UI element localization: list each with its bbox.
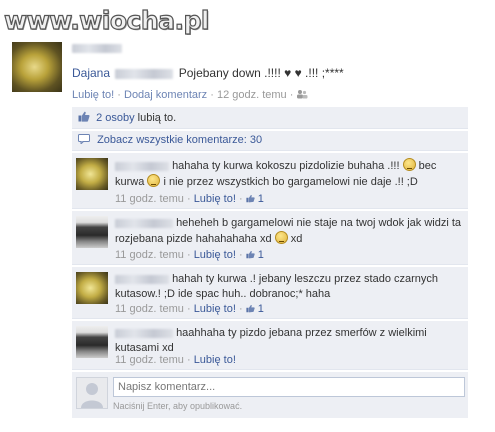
thumbs-up-icon xyxy=(246,304,255,313)
comment-body: heheheh b gargamelowi nie staje na twoj … xyxy=(115,217,462,245)
comment-item: heheheh b gargamelowi nie staje na twoj … xyxy=(72,211,468,265)
post-author-avatar[interactable] xyxy=(12,42,62,92)
blurred-name xyxy=(72,44,122,53)
commenter-avatar[interactable] xyxy=(76,216,108,248)
comment-like-link[interactable]: Lubię to! xyxy=(194,303,236,315)
current-user-avatar xyxy=(76,377,108,409)
likes-summary: 2 osoby lubią to. xyxy=(72,107,468,129)
post-actions: Lubię to! · Dodaj komentarz · 12 godz. t… xyxy=(72,89,308,101)
comment-body: hahaha ty kurwa kokoszu pizdolizie buhah… xyxy=(115,158,437,188)
comment-body: hahah ty kurwa .! jebany leszczu przez s… xyxy=(115,273,439,300)
comment-item: hahah ty kurwa .! jebany leszczu przez s… xyxy=(72,267,468,319)
view-all-comments[interactable]: Zobacz wszystkie komentarze: 30 xyxy=(72,131,468,151)
blurred-name xyxy=(115,274,169,284)
comment-input[interactable]: Napisz komentarz... xyxy=(113,377,465,397)
commenter-avatar[interactable] xyxy=(76,272,108,304)
post-author-name[interactable]: Dajana xyxy=(72,66,110,80)
comment-meta: 11 godz. temu · Lubię to! · 1 xyxy=(115,303,264,315)
comment-meta: 11 godz. temu · Lubię to! · 1 xyxy=(115,249,264,261)
thumbs-up-icon xyxy=(246,194,255,203)
comment-item: hahaha ty kurwa kokoszu pizdolizie buhah… xyxy=(72,153,468,209)
comment-timestamp[interactable]: 11 godz. temu xyxy=(115,249,184,261)
site-watermark: www.wiocha.pl xyxy=(3,5,210,35)
post-timestamp[interactable]: 12 godz. temu xyxy=(217,89,287,101)
smiley-icon xyxy=(402,158,416,171)
post-message: Pojebany down .!!!! ♥ ♥ .!!! ;**** xyxy=(178,66,344,80)
comment-item: haahhaha ty pizdo jebana przez smerfów z… xyxy=(72,321,468,370)
blurred-name xyxy=(115,161,169,171)
post-text: Dajana Pojebany down .!!!! ♥ ♥ .!!! ;***… xyxy=(72,66,344,80)
comment-like-count[interactable]: 1 xyxy=(258,193,264,205)
like-link[interactable]: Lubię to! xyxy=(72,89,114,101)
comment-like-link[interactable]: Lubię to! xyxy=(194,354,236,366)
comment-timestamp[interactable]: 11 godz. temu xyxy=(115,193,184,205)
comment-like-link[interactable]: Lubię to! xyxy=(194,249,236,261)
likers-link[interactable]: 2 osoby xyxy=(96,112,135,124)
commenter-avatar[interactable] xyxy=(76,326,108,358)
smiley-icon xyxy=(274,231,288,244)
blurred-name xyxy=(115,218,173,228)
comment-meta: 11 godz. temu · Lubię to! xyxy=(115,354,236,366)
thumbs-up-icon xyxy=(78,111,90,122)
comment-body: haahhaha ty pizdo jebana przez smerfów z… xyxy=(115,327,427,354)
comment-like-count[interactable]: 1 xyxy=(258,249,264,261)
default-avatar-icon xyxy=(81,383,103,408)
thumbs-up-icon xyxy=(246,250,255,259)
commenter-avatar[interactable] xyxy=(76,158,108,190)
friends-icon xyxy=(297,90,308,99)
comment-like-link[interactable]: Lubię to! xyxy=(194,193,236,205)
comment-timestamp[interactable]: 11 godz. temu xyxy=(115,354,184,366)
view-all-comments-label[interactable]: Zobacz wszystkie komentarze: 30 xyxy=(97,134,262,146)
comment-like-count[interactable]: 1 xyxy=(258,303,264,315)
comment-bubble-icon xyxy=(78,134,90,144)
blurred-name xyxy=(115,328,173,338)
enter-hint: Naciśnij Enter, aby opublikować. xyxy=(113,401,243,411)
comment-timestamp[interactable]: 11 godz. temu xyxy=(115,303,184,315)
add-comment-link[interactable]: Dodaj komentarz xyxy=(124,89,207,101)
blurred-tag xyxy=(115,68,174,79)
comment-composer: Napisz komentarz... Naciśnij Enter, aby … xyxy=(72,372,468,418)
comment-meta: 11 godz. temu · Lubię to! · 1 xyxy=(115,193,264,205)
smiley-icon xyxy=(147,174,161,187)
